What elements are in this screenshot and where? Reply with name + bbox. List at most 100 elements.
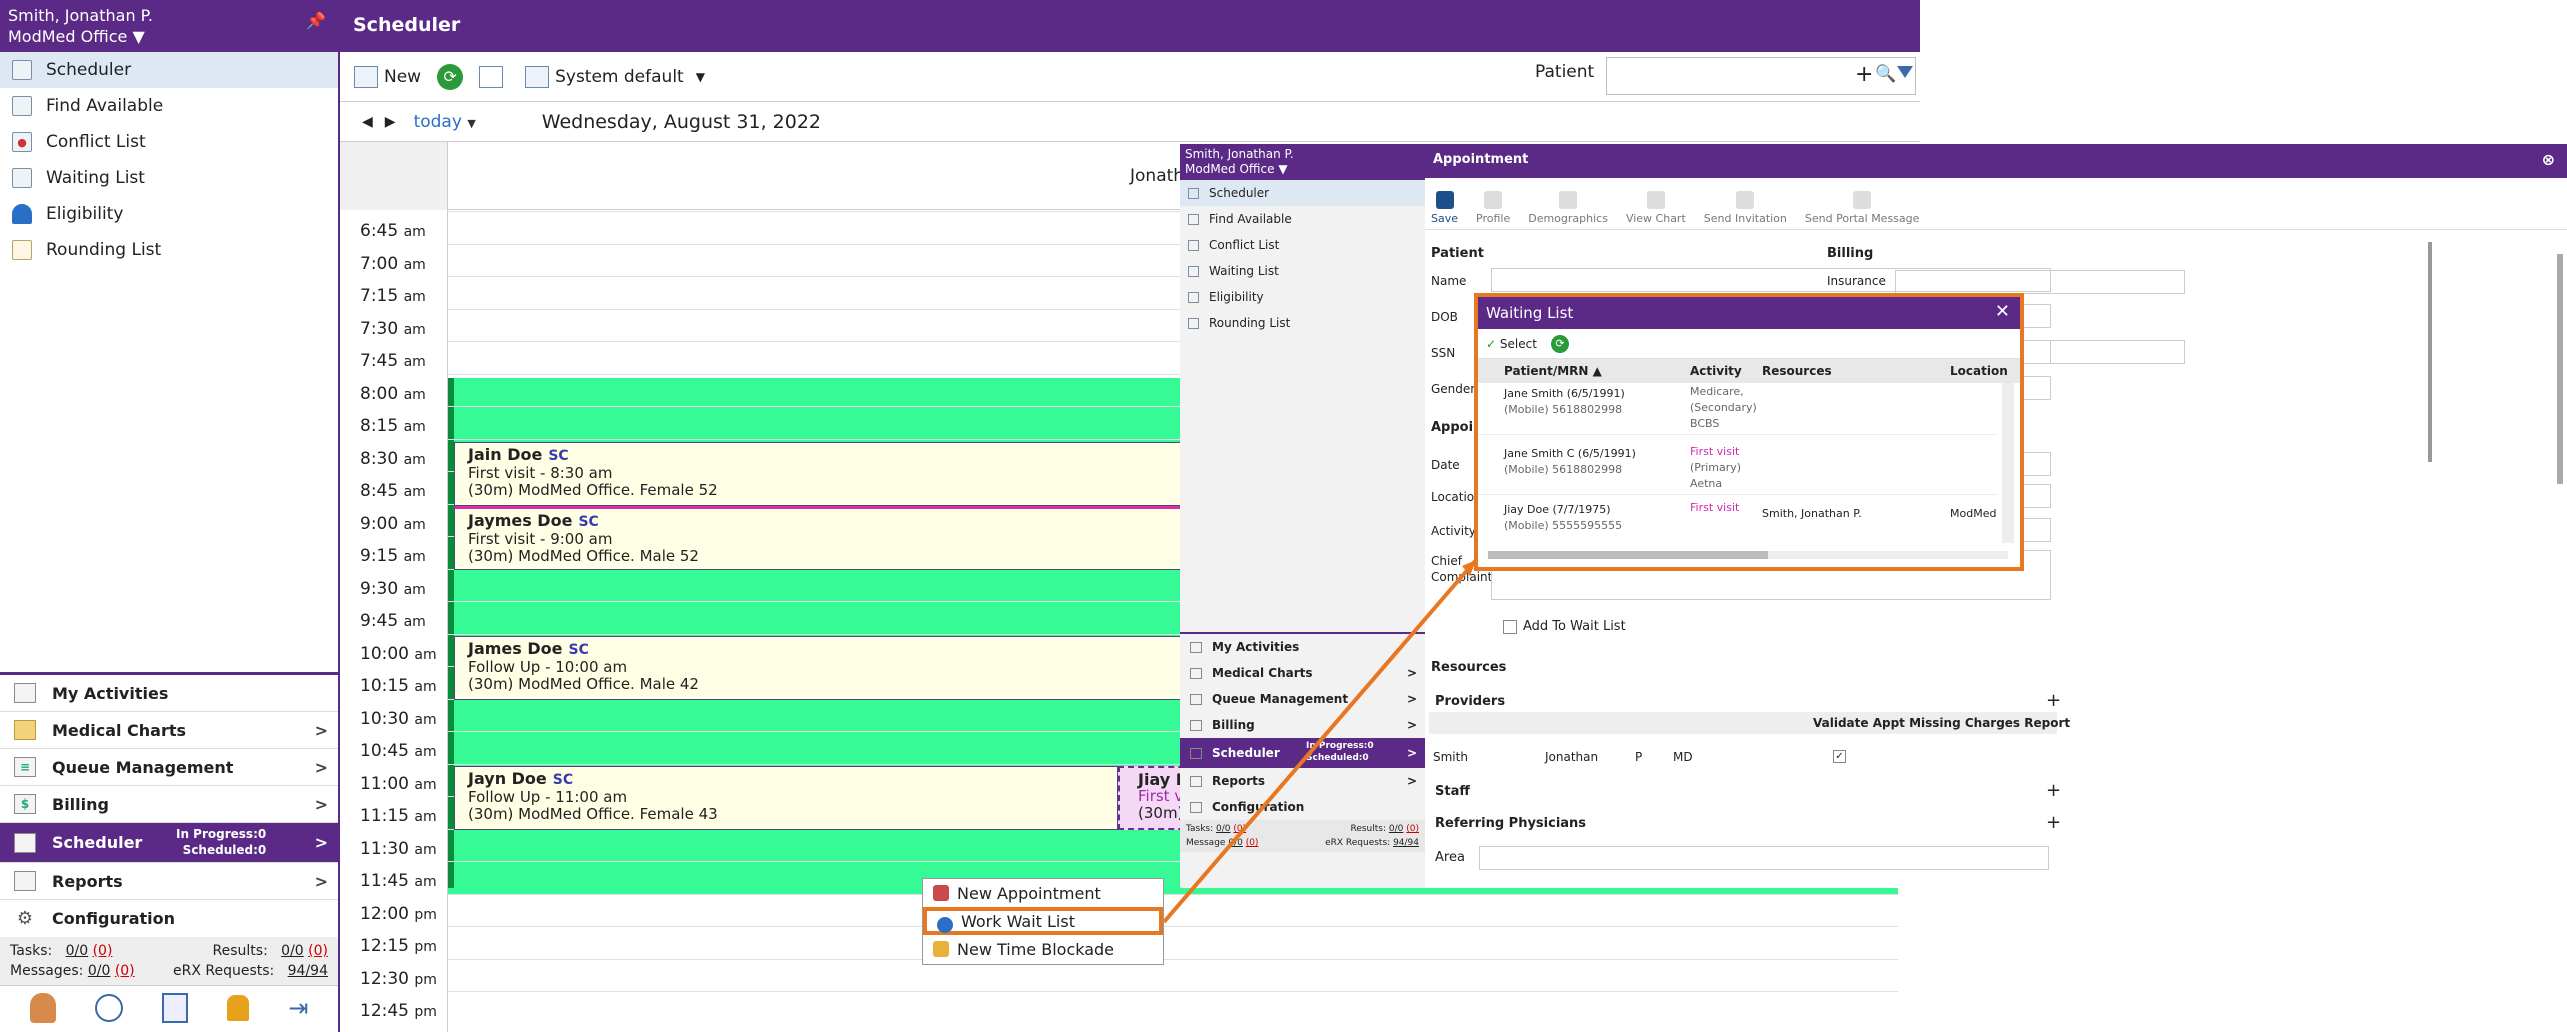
module-my-activities[interactable]: My Activities — [0, 675, 338, 712]
time-slot-label: 9:15 am — [360, 546, 426, 566]
scheduler-scheduled: Scheduled:0 — [182, 843, 267, 857]
mini-module[interactable]: Queue Management > — [1180, 686, 1425, 712]
module-medical-charts[interactable]: Medical Charts > — [0, 712, 338, 749]
mini-nav-item[interactable]: Rounding List — [1180, 310, 1425, 336]
add-patient-icon[interactable]: + — [1855, 62, 1873, 87]
module-queue-management[interactable]: ≡ Queue Management > — [0, 749, 338, 786]
nav-conflict-list[interactable]: ● Conflict List — [0, 124, 338, 160]
col-location[interactable]: Location — [1950, 364, 2008, 378]
appt-toolbar-button[interactable]: View Chart — [1626, 191, 1686, 225]
time-slot-label: 10:15 am — [360, 676, 437, 696]
logout-icon[interactable]: ⇥ — [288, 994, 308, 1022]
nav-rounding-list[interactable]: Rounding List — [0, 232, 338, 268]
appt-toolbar-button[interactable]: Profile — [1476, 191, 1510, 225]
mini-module-icon — [1190, 693, 1202, 705]
mini-nav-item[interactable]: Eligibility — [1180, 284, 1425, 310]
mini-module[interactable]: Billing > — [1180, 712, 1425, 738]
erx-status[interactable]: eRX Requests: 94/94 — [173, 963, 328, 979]
appt-toolbar-button[interactable]: Demographics — [1528, 191, 1608, 225]
new-appointment-icon — [354, 65, 378, 88]
today-button[interactable]: today ▼ — [414, 112, 476, 132]
pin-icon[interactable]: 📌 — [306, 10, 326, 31]
menu-work-wait-list[interactable]: Work Wait List — [923, 907, 1163, 935]
lock-icon[interactable] — [227, 994, 250, 1021]
user-header[interactable]: Smith, Jonathan P. ModMed Office ▼ 📌 — [0, 0, 338, 52]
module-scheduler[interactable]: Scheduler In Progress:0 Scheduled:0 > — [0, 823, 338, 863]
refresh-button[interactable]: ⟳ — [437, 63, 464, 90]
waiting-list-row[interactable]: Jane Smith (6/5/1991) (Mobile) 5618802998… — [1478, 383, 1998, 435]
mini-module[interactable]: Reports > — [1180, 768, 1425, 794]
patient-field-label: Gender — [1431, 382, 1476, 396]
mini-nav-item[interactable]: Waiting List — [1180, 258, 1425, 284]
add-staff-icon[interactable]: + — [2046, 780, 2061, 801]
provider-column-header: Jonath — [1130, 166, 1185, 186]
mini-module-icon — [1190, 801, 1202, 813]
appt-field-label: Chief — [1431, 554, 1462, 568]
filter-icon[interactable] — [1897, 66, 1913, 78]
appointment-jayn-doe[interactable]: Jayn Doe SC Follow Up - 11:00 am (30m) Mo… — [454, 766, 1118, 830]
patient-search-input[interactable]: + 🔍 — [1606, 57, 1916, 95]
mini-nav-item[interactable]: Scheduler — [1180, 180, 1425, 206]
col-resources[interactable]: Resources — [1762, 364, 1832, 378]
tasks-status[interactable]: Tasks: 0/0 (0) — [10, 943, 112, 959]
mini-nav-item[interactable]: Find Available — [1180, 206, 1425, 232]
select-button[interactable]: ✓ Select — [1486, 337, 1537, 351]
waiting-list-scrollbar[interactable] — [2002, 383, 2014, 543]
appt-toolbar-button[interactable]: Save — [1431, 191, 1458, 225]
list-view-button[interactable] — [479, 65, 509, 88]
chevron-right-icon: > — [314, 720, 328, 740]
mini-module[interactable]: Scheduler In Progress:0 Scheduled:0 > — [1180, 738, 1425, 768]
mini-module-icon — [1190, 667, 1202, 679]
col-patient[interactable]: Patient/MRN ▲ — [1504, 364, 1602, 378]
nav-waiting-list[interactable]: Waiting List — [0, 160, 338, 196]
appt-field-label: Date — [1431, 458, 1460, 472]
menu-new-time-blockade[interactable]: New Time Blockade — [923, 935, 1163, 963]
messages-status[interactable]: Messages: 0/0 (0) — [10, 963, 135, 979]
close-icon[interactable]: ⊗ — [2542, 150, 2555, 169]
mini-module[interactable]: Configuration — [1180, 794, 1425, 820]
refresh-icon[interactable]: ⟳ — [1550, 334, 1569, 353]
mini-module-icon — [1190, 641, 1202, 653]
appt-toolbar-button[interactable]: Send Invitation — [1704, 191, 1787, 225]
time-slot-label: 12:45 pm — [360, 1001, 437, 1021]
contact-card-icon[interactable] — [161, 992, 188, 1023]
module-billing[interactable]: $ Billing > — [0, 786, 338, 823]
umbrella-icon — [12, 204, 32, 224]
mini-office-selector[interactable]: ModMed Office ▼ — [1185, 162, 1420, 177]
office-selector[interactable]: ModMed Office ▼ — [8, 26, 330, 47]
appt-toolbar-button[interactable]: Send Portal Message — [1805, 191, 1919, 225]
add-provider-icon[interactable]: + — [2046, 690, 2061, 711]
search-icon[interactable]: 🔍 — [1875, 64, 1896, 84]
validate-checkbox[interactable]: ✓ — [1833, 750, 1846, 763]
time-slot-label: 12:15 pm — [360, 936, 437, 956]
add-to-wait-list-checkbox[interactable] — [1503, 620, 1517, 634]
context-menu: New Appointment Work Wait List New Time … — [922, 878, 1164, 965]
waiting-list-row[interactable]: Jane Smith C (6/5/1991) (Mobile) 56188029… — [1478, 441, 1998, 495]
area-select[interactable] — [1479, 846, 2049, 870]
nav-find-available[interactable]: Find Available — [0, 88, 338, 124]
nav-scheduler[interactable]: Scheduler — [0, 52, 338, 88]
results-status[interactable]: Results: 0/0 (0) — [213, 943, 328, 959]
toolbar-icon — [1484, 191, 1503, 209]
nav-eligibility[interactable]: Eligibility — [0, 196, 338, 232]
next-day-icon[interactable]: ▶ — [385, 114, 396, 130]
new-button[interactable]: New — [354, 65, 421, 88]
user-profile-icon[interactable] — [29, 992, 56, 1023]
view-selector[interactable]: System default ▼ — [525, 65, 705, 88]
toolbar-icon — [1736, 191, 1755, 209]
menu-new-appointment[interactable]: New Appointment — [923, 879, 1163, 907]
mini-nav-item[interactable]: Conflict List — [1180, 232, 1425, 258]
module-configuration[interactable]: ⚙ Configuration — [0, 900, 338, 937]
mini-module[interactable]: Medical Charts > — [1180, 660, 1425, 686]
waiting-list-row[interactable]: Jiay Doe (7/7/1975) (Mobile) 5555595555 Fi… — [1478, 497, 1998, 543]
col-activity[interactable]: Activity — [1690, 364, 1742, 378]
insurance-input[interactable] — [1895, 270, 2185, 294]
time-slot-label: 10:45 am — [360, 741, 437, 761]
prev-day-icon[interactable]: ◀ — [362, 114, 373, 130]
globe-icon[interactable] — [94, 993, 123, 1022]
time-slot-label: 8:45 am — [360, 481, 426, 501]
module-reports[interactable]: Reports > — [0, 863, 338, 900]
close-icon[interactable]: ✕ — [1995, 301, 2010, 322]
add-referring-icon[interactable]: + — [2046, 812, 2061, 833]
mini-module[interactable]: My Activities — [1180, 634, 1425, 660]
